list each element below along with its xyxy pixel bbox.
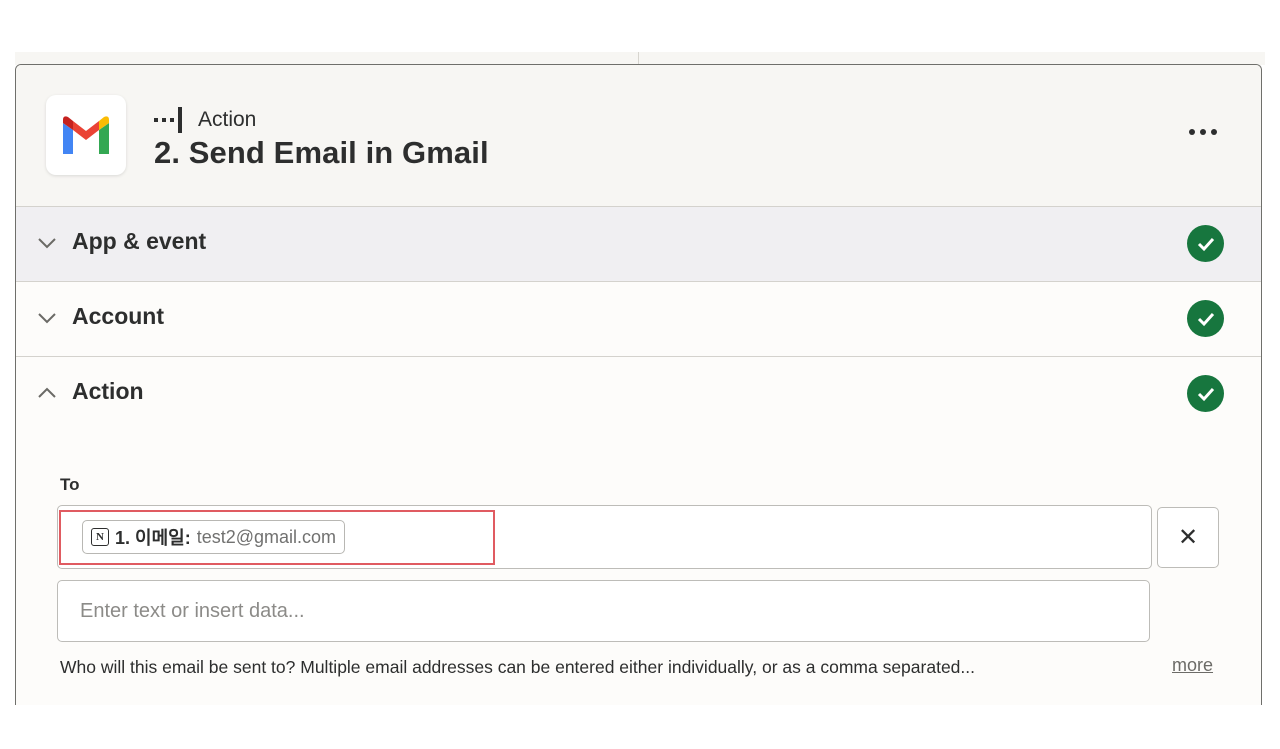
clear-field-button[interactable]: ✕ — [1157, 507, 1219, 568]
chevron-up-icon — [38, 387, 56, 398]
gmail-icon — [46, 95, 126, 175]
more-horizontal-icon — [1211, 129, 1217, 135]
section-label: App & event — [72, 228, 207, 254]
section-account[interactable]: Account — [16, 282, 1261, 357]
more-horizontal-icon — [1189, 129, 1195, 135]
chevron-down-icon — [38, 313, 56, 324]
step-kind-label: Action — [198, 108, 257, 131]
section-app-event[interactable]: App & event — [16, 207, 1261, 282]
close-icon: ✕ — [1177, 524, 1199, 551]
step-title: 2. Send Email in Gmail — [154, 135, 489, 170]
section-action[interactable]: Action — [16, 357, 1261, 437]
section-label: Account — [72, 303, 164, 329]
check-icon — [1187, 300, 1224, 337]
step-header: Action 2. Send Email in Gmail — [16, 65, 1261, 207]
more-options-button[interactable] — [1189, 129, 1217, 135]
chevron-down-icon — [38, 238, 56, 249]
more-link[interactable]: more — [1172, 655, 1213, 676]
step-kind: Action — [154, 107, 256, 133]
step-card: Action 2. Send Email in Gmail App & even… — [15, 64, 1262, 705]
to-field-label: To — [60, 475, 80, 494]
section-label: Action — [72, 378, 144, 404]
field-help-text: Who will this email be sent to? Multiple… — [60, 657, 975, 677]
check-icon — [1187, 375, 1224, 412]
action-step-icon — [154, 107, 182, 133]
check-icon — [1187, 225, 1224, 262]
more-horizontal-icon — [1200, 129, 1206, 135]
highlight-annotation — [59, 510, 495, 565]
to-text-input[interactable] — [57, 580, 1150, 642]
